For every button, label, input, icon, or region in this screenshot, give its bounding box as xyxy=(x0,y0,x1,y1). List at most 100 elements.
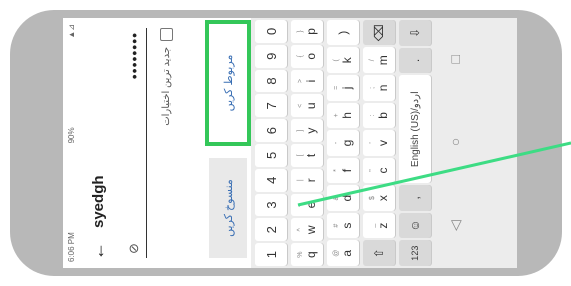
key-t-alt-label: [ xyxy=(296,154,304,157)
key-e-alt-label: ~ xyxy=(296,202,304,208)
key-g-alt-label: - xyxy=(332,141,340,145)
period-key[interactable]: . xyxy=(399,47,431,74)
key-e[interactable]: ~ e xyxy=(291,193,323,217)
nav-recents-icon[interactable]: □ xyxy=(447,55,463,63)
cancel-button[interactable]: منسوخ کریں xyxy=(209,158,247,258)
key-g[interactable]: -g xyxy=(327,130,359,156)
key-o[interactable]: {o xyxy=(291,44,323,68)
key-o-label: o xyxy=(303,52,318,60)
key-m-alt-label: / xyxy=(368,59,376,62)
keyboard-row-2: @ a # s & d * f - g + h = j(k) xyxy=(327,19,359,266)
key-8-label: 8 xyxy=(263,77,279,85)
key-9-label: 9 xyxy=(263,52,279,60)
navigation-bar: ◁ ○ □ xyxy=(437,18,473,268)
key-5[interactable]: 5 xyxy=(255,144,287,167)
key-x[interactable]: $ x xyxy=(363,185,395,211)
key-x-label: x xyxy=(375,195,390,202)
keyboard: 1234567890 % q ^ w ~ e | r[t] y < u > i{o} p @ a # s & d * f… xyxy=(251,18,517,268)
key-u[interactable]: < u xyxy=(291,94,323,118)
key-p[interactable]: } p xyxy=(291,20,323,43)
nav-back-icon[interactable]: ◁ xyxy=(447,220,464,231)
key-b-label: b xyxy=(375,112,390,119)
key-n[interactable]: ; n xyxy=(363,75,395,101)
advanced-options-row[interactable]: جدید ترین اختیارات xyxy=(155,28,177,258)
key-1[interactable]: 1 xyxy=(255,243,287,266)
advanced-options-label: جدید ترین اختیارات xyxy=(160,47,172,126)
key-x-alt-label: $ xyxy=(368,196,376,201)
password-field[interactable]: ⊘ •••••••• xyxy=(121,28,147,258)
key-v[interactable]: ' v xyxy=(363,130,395,156)
enter-key[interactable]: ⇩ xyxy=(399,19,431,46)
comma-key[interactable]: , xyxy=(399,185,431,211)
key-2-label: 2 xyxy=(263,226,279,234)
key-0[interactable]: 0 xyxy=(255,20,287,43)
nav-home-icon[interactable]: ○ xyxy=(447,138,463,146)
key-q-label: q xyxy=(303,251,318,258)
key-h-label: h xyxy=(339,112,354,119)
key-s-label: s xyxy=(339,222,354,229)
key-4[interactable]: 4 xyxy=(255,168,287,192)
key-7[interactable]: 7 xyxy=(255,94,287,118)
key-y-alt-label: ] xyxy=(296,129,304,132)
key-p-label: p xyxy=(303,28,318,35)
key-q-alt-label: % xyxy=(296,251,304,258)
shift-key[interactable]: ⇧ xyxy=(363,240,395,266)
key-j[interactable]: = j xyxy=(327,75,359,101)
key-t[interactable]: [t xyxy=(291,144,323,167)
key-k-alt-label: ( xyxy=(332,59,340,62)
advanced-options-checkbox[interactable] xyxy=(159,28,173,41)
back-arrow-icon[interactable]: ← xyxy=(88,242,108,260)
key-k-label: k xyxy=(339,57,354,64)
key-h-alt-label: + xyxy=(332,113,340,118)
key-w[interactable]: ^ w xyxy=(291,218,323,242)
key-f[interactable]: * f xyxy=(327,157,359,184)
key-y[interactable]: ] y xyxy=(291,119,323,143)
key-9[interactable]: 9 xyxy=(255,44,287,68)
key-k[interactable]: (k xyxy=(327,47,359,74)
key-c[interactable]: " c xyxy=(363,157,395,184)
emoji-key[interactable]: ☺ xyxy=(399,212,431,239)
key-z[interactable]: _ z xyxy=(363,212,395,239)
key-i-label: i xyxy=(303,79,318,83)
key-m-label: m xyxy=(375,55,390,66)
key-u-alt-label: < xyxy=(296,103,304,108)
key-c-label: c xyxy=(375,167,390,174)
key-6-label: 6 xyxy=(263,127,279,135)
symbols-key[interactable]: 123 xyxy=(399,240,431,266)
page-title: syedgh xyxy=(89,175,107,228)
key-p-alt-label: } xyxy=(296,30,304,33)
key-o-alt-label: { xyxy=(296,55,304,58)
connect-button[interactable]: مربوط کریں xyxy=(207,18,249,155)
key-y-label: y xyxy=(303,127,318,134)
key-i[interactable]: > i xyxy=(291,69,323,93)
key-s[interactable]: # s xyxy=(327,212,359,239)
key-r-label: r xyxy=(303,178,318,183)
key-i-alt-label: > xyxy=(296,78,304,84)
key-2[interactable]: 2 xyxy=(255,218,287,242)
key-r[interactable]: | r xyxy=(291,168,323,192)
key-b[interactable]: :b xyxy=(363,102,395,129)
key-3[interactable]: 3 xyxy=(255,193,287,217)
key-j-label: j xyxy=(339,86,354,90)
key-paren[interactable]: ) xyxy=(327,19,359,46)
key-q[interactable]: % q xyxy=(291,243,323,266)
key-d-label: d xyxy=(339,194,354,202)
eye-off-icon[interactable]: ⊘ xyxy=(126,243,142,254)
key-6[interactable]: 6 xyxy=(255,119,287,143)
signal-icon: ▲⊿ xyxy=(66,24,76,39)
key-v-label: v xyxy=(375,139,390,146)
key-a[interactable]: @ a xyxy=(327,240,359,266)
key-m[interactable]: / m xyxy=(363,47,395,74)
backspace-key[interactable]: ⌫ xyxy=(363,19,395,46)
key-z-label: z xyxy=(375,222,390,229)
key-0-label: 0 xyxy=(263,27,279,36)
key-u-label: u xyxy=(303,102,318,110)
key-h[interactable]: + h xyxy=(327,102,359,129)
space-key[interactable]: English (US)/اردو xyxy=(399,75,431,184)
keyboard-row-4: 123 ☺ , English (US)/اردو . ⇩ xyxy=(399,19,431,266)
key-d[interactable]: & d xyxy=(327,185,359,211)
key-s-alt-label: # xyxy=(332,223,340,228)
key-8[interactable]: 8 xyxy=(255,69,287,93)
key-b-alt-label: : xyxy=(368,114,376,117)
key-7-label: 7 xyxy=(263,102,279,110)
